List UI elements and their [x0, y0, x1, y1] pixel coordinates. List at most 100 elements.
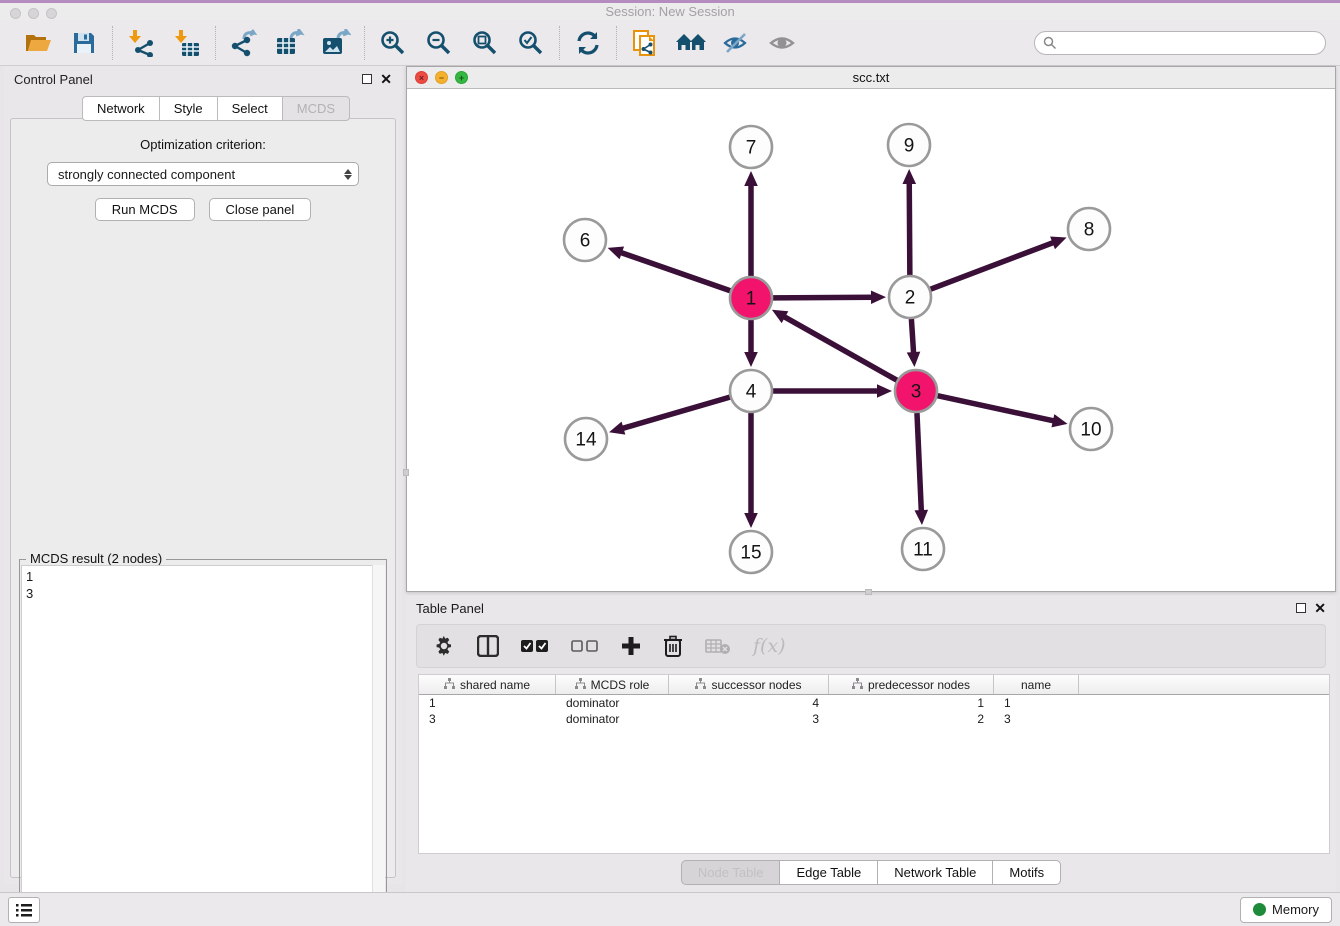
- settings-gear-icon[interactable]: [433, 635, 455, 657]
- mcds-result-scrollbar[interactable]: [372, 565, 385, 926]
- edge-2-to-3[interactable]: [911, 319, 913, 355]
- edge-1-to-2[interactable]: [773, 297, 874, 298]
- node-6[interactable]: 6: [564, 219, 606, 261]
- edge-4-to-14[interactable]: [621, 397, 730, 429]
- control-tab-style[interactable]: Style: [159, 96, 217, 121]
- refresh-icon[interactable]: [572, 27, 604, 59]
- network-window-titlebar[interactable]: scc.txt × − +: [407, 67, 1335, 89]
- node-1[interactable]: 1: [730, 277, 772, 319]
- table-cell[interactable]: 3: [994, 711, 1079, 727]
- node-4[interactable]: 4: [730, 370, 772, 412]
- window-zoom-button[interactable]: [46, 8, 57, 19]
- window-controls[interactable]: [10, 8, 57, 19]
- edge-3-to-10[interactable]: [937, 396, 1055, 422]
- column-header-label: shared name: [460, 678, 530, 692]
- table-cell[interactable]: 4: [669, 695, 829, 711]
- node-label: 14: [575, 430, 597, 451]
- zoom-fit-icon[interactable]: [469, 27, 501, 59]
- node-10[interactable]: 10: [1070, 408, 1112, 450]
- table-cell[interactable]: 2: [829, 711, 994, 727]
- close-panel-button[interactable]: Close panel: [209, 198, 312, 221]
- save-session-icon[interactable]: [68, 27, 100, 59]
- table-cell[interactable]: dominator: [556, 711, 669, 727]
- mcds-result-text[interactable]: 13: [21, 565, 385, 926]
- vertical-splitter-handle[interactable]: [403, 469, 409, 476]
- edge-2-to-8[interactable]: [931, 242, 1056, 289]
- control-panel-float-button[interactable]: [362, 74, 372, 84]
- node-3[interactable]: 3: [895, 370, 937, 412]
- column-header-predecessor-nodes[interactable]: predecessor nodes: [829, 675, 994, 694]
- show-all-eye-icon[interactable]: [767, 27, 799, 59]
- node-label: 11: [913, 540, 933, 561]
- table-cell[interactable]: 1: [829, 695, 994, 711]
- window-minimize-button[interactable]: [28, 8, 39, 19]
- control-tab-mcds[interactable]: MCDS: [282, 96, 350, 121]
- table-cell[interactable]: 3: [669, 711, 829, 727]
- network-canvas[interactable]: 7 9 6 8 1 2 4 3 14 10 15 11: [407, 89, 1335, 591]
- node-7[interactable]: 7: [730, 126, 772, 168]
- edge-2-to-9[interactable]: [909, 181, 910, 275]
- table-cell[interactable]: 1: [419, 695, 556, 711]
- edge-arrowhead: [871, 290, 886, 304]
- table-panel-float-button[interactable]: [1296, 603, 1306, 613]
- criterion-dropdown[interactable]: strongly connected component: [47, 162, 359, 186]
- export-image-icon[interactable]: [320, 27, 352, 59]
- table-panel-close-button[interactable]: ✕: [1314, 603, 1326, 613]
- tab-node-table[interactable]: Node Table: [681, 860, 780, 885]
- table-cell[interactable]: 1: [994, 695, 1079, 711]
- control-tab-select[interactable]: Select: [217, 96, 282, 121]
- deselect-all-checkboxes-icon[interactable]: [571, 639, 599, 653]
- export-table-icon[interactable]: [274, 27, 306, 59]
- tab-motifs[interactable]: Motifs: [992, 860, 1061, 885]
- node-label: 2: [905, 288, 916, 309]
- edge-3-to-1[interactable]: [782, 316, 896, 381]
- tab-network-table[interactable]: Network Table: [877, 860, 992, 885]
- tab-edge-table[interactable]: Edge Table: [779, 860, 877, 885]
- node-8[interactable]: 8: [1068, 208, 1110, 250]
- node-11[interactable]: 11: [902, 528, 944, 570]
- node-2[interactable]: 2: [889, 276, 931, 318]
- add-column-icon[interactable]: [621, 636, 641, 656]
- import-network-icon[interactable]: [125, 27, 157, 59]
- column-header-MCDS-role[interactable]: MCDS role: [556, 675, 669, 694]
- edge-arrowhead: [914, 510, 928, 525]
- column-header-successor-nodes[interactable]: successor nodes: [669, 675, 829, 694]
- table-row[interactable]: 1dominator411: [419, 695, 1329, 711]
- hide-selection-eye-icon[interactable]: [721, 27, 753, 59]
- window-close-button[interactable]: [10, 8, 21, 19]
- node-14[interactable]: 14: [565, 418, 607, 460]
- edge-3-to-11[interactable]: [917, 413, 921, 513]
- zoom-out-icon[interactable]: [423, 27, 455, 59]
- control-panel-close-button[interactable]: ✕: [380, 74, 392, 84]
- delete-column-icon[interactable]: [663, 635, 683, 657]
- column-header-name[interactable]: name: [994, 675, 1079, 694]
- open-session-icon[interactable]: [22, 27, 54, 59]
- table-cell[interactable]: 3: [419, 711, 556, 727]
- node-15[interactable]: 15: [730, 531, 772, 573]
- zoom-in-icon[interactable]: [377, 27, 409, 59]
- function-builder-icon-disabled: f(x): [753, 635, 786, 657]
- horizontal-splitter-handle[interactable]: [865, 589, 872, 595]
- delete-table-icon-disabled: [705, 637, 731, 655]
- run-mcds-button[interactable]: Run MCDS: [95, 198, 195, 221]
- zoom-selected-icon[interactable]: [515, 27, 547, 59]
- import-table-icon[interactable]: [171, 27, 203, 59]
- control-panel: Control Panel ✕ NetworkStyleSelectMCDS O…: [4, 66, 402, 884]
- control-tab-network[interactable]: Network: [82, 96, 159, 121]
- select-all-checkboxes-icon[interactable]: [521, 639, 549, 653]
- edge-1-to-6[interactable]: [619, 252, 730, 291]
- node-table-header[interactable]: shared name MCDS rolesuccessor nodesprede…: [419, 675, 1329, 695]
- search-field[interactable]: [1034, 31, 1326, 55]
- home-layout-icon[interactable]: [675, 27, 707, 59]
- memory-button[interactable]: Memory: [1240, 897, 1332, 923]
- search-input[interactable]: [1057, 36, 1317, 50]
- task-history-button[interactable]: [8, 897, 40, 923]
- main-toolbar: [0, 20, 1340, 66]
- column-header-shared-name[interactable]: shared name: [419, 675, 556, 694]
- export-network-icon[interactable]: [228, 27, 260, 59]
- table-row[interactable]: 3dominator323: [419, 711, 1329, 727]
- node-9[interactable]: 9: [888, 124, 930, 166]
- column-layout-icon[interactable]: [477, 635, 499, 657]
- table-cell[interactable]: dominator: [556, 695, 669, 711]
- duplicate-network-icon[interactable]: [629, 27, 661, 59]
